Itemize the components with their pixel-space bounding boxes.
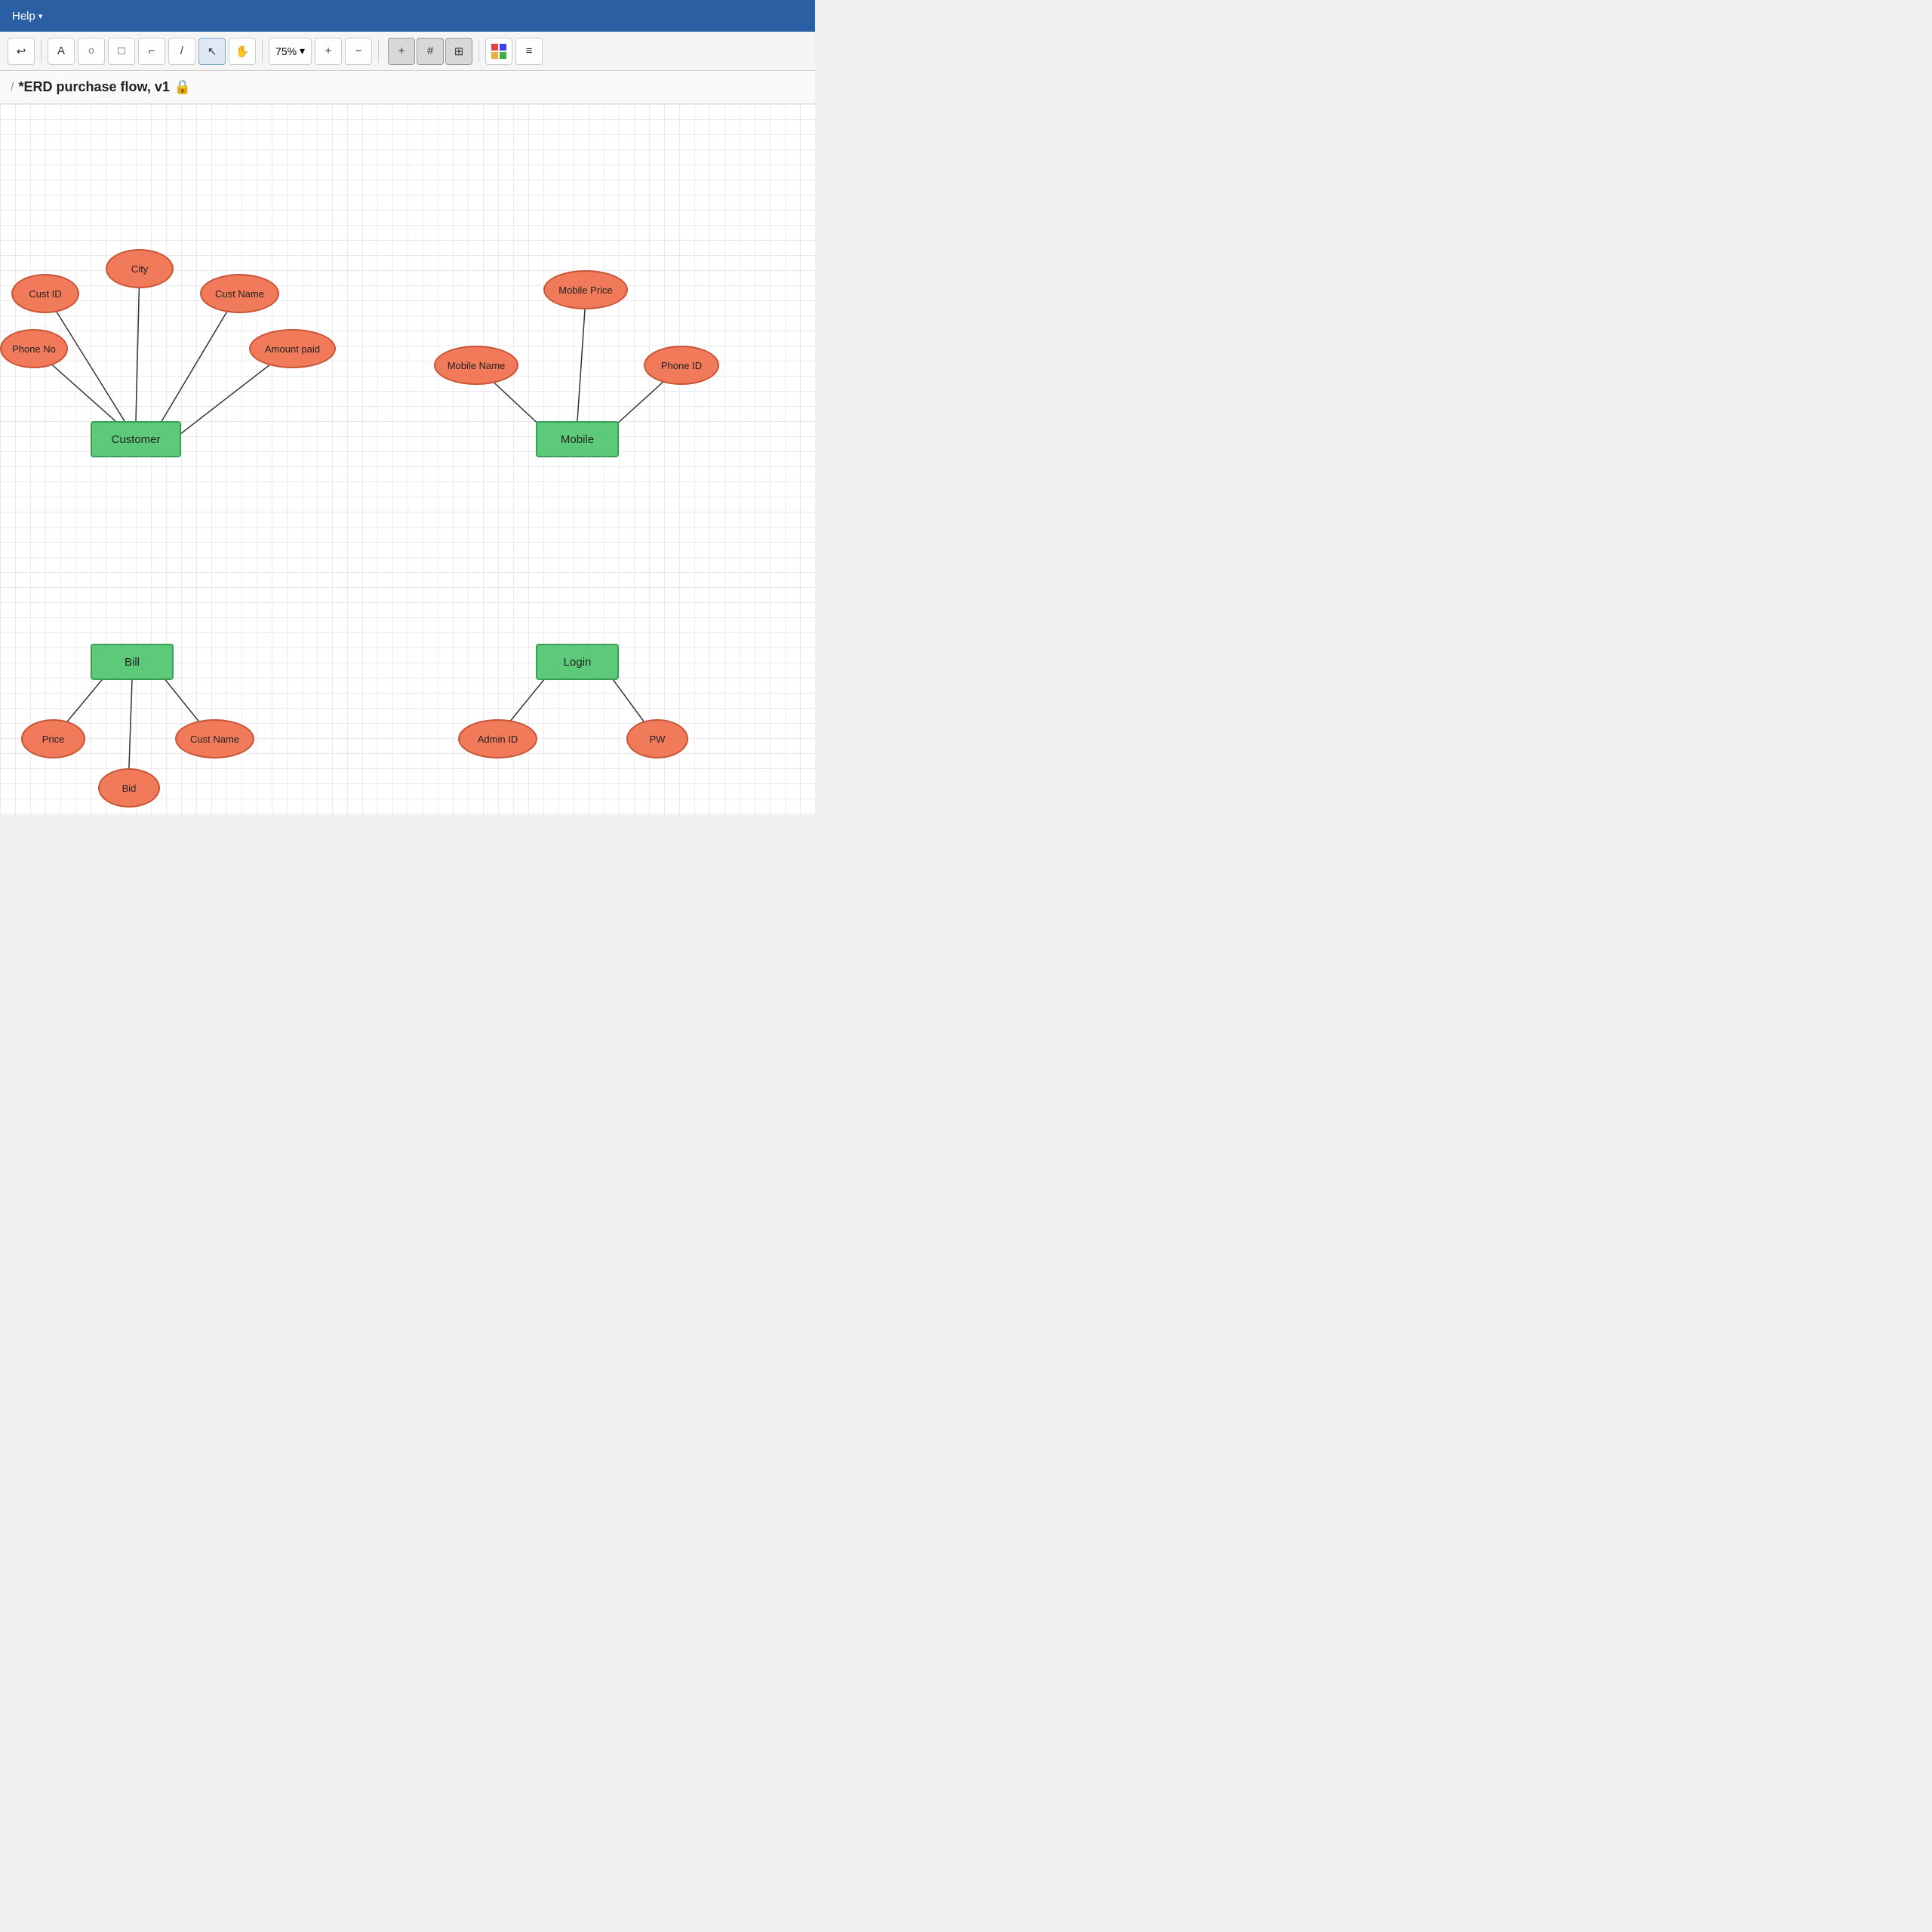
attr-city-label: City [131, 263, 148, 275]
attr-bill-cust-name-label: Cust Name [190, 734, 239, 745]
zoom-in-icon: + [325, 45, 332, 57]
attr-cust-name[interactable]: Cust Name [200, 274, 279, 313]
grid-hash-button[interactable]: # [417, 38, 444, 65]
breadcrumb-slash: / [11, 81, 14, 94]
help-label: Help [12, 10, 35, 23]
rect-tool-button[interactable]: □ [108, 38, 135, 65]
zoom-out-button[interactable]: − [345, 38, 372, 65]
attr-phone-no-label: Phone No [12, 343, 56, 355]
pointer-tool-icon: ↖ [208, 45, 217, 58]
attr-city[interactable]: City [106, 249, 174, 288]
zoom-label: 75% [275, 45, 297, 57]
grid-add-button[interactable]: + [388, 38, 415, 65]
attr-price-label: Price [42, 734, 65, 745]
help-chevron: ▾ [38, 11, 43, 21]
attr-bid-label: Bid [122, 783, 137, 794]
separator-2 [262, 40, 263, 63]
title-bar: / *ERD purchase flow, v1 🔒 [0, 71, 815, 104]
zoom-out-icon: − [355, 45, 362, 57]
diagram-canvas[interactable]: Customer Mobile Bill Login Cust ID Phone… [0, 104, 815, 815]
line-tool-button[interactable]: / [168, 38, 195, 65]
hand-tool-button[interactable]: ✋ [229, 38, 256, 65]
grid-add-icon: + [398, 45, 405, 57]
grid-hash-icon: # [427, 45, 433, 57]
zoom-control[interactable]: 75% ▾ [269, 38, 312, 65]
attr-cust-id[interactable]: Cust ID [11, 274, 79, 313]
attr-mobile-price[interactable]: Mobile Price [543, 270, 628, 309]
attr-bid[interactable]: Bid [98, 768, 160, 808]
separator-4 [478, 40, 479, 63]
undo-button[interactable]: ↩ [8, 38, 35, 65]
separator-3 [378, 40, 379, 63]
menu-bar: Help ▾ [0, 0, 815, 32]
lock-icon[interactable]: 🔒 [174, 79, 191, 95]
entity-mobile-label: Mobile [561, 433, 594, 446]
entity-mobile[interactable]: Mobile [536, 421, 619, 457]
connections-layer [0, 104, 815, 815]
rect-tool-icon: □ [118, 45, 125, 57]
line-tool-icon: / [180, 45, 183, 57]
connector-tool-button[interactable]: ⌐ [138, 38, 165, 65]
attr-cust-name-label: Cust Name [215, 288, 264, 300]
attr-price[interactable]: Price [21, 719, 85, 758]
ellipse-tool-icon: ○ [88, 45, 94, 57]
attr-amount-paid[interactable]: Amount paid [249, 329, 336, 368]
page-title: *ERD purchase flow, v1 [18, 79, 169, 95]
entity-bill-label: Bill [125, 656, 140, 669]
grid-tools: + # ⊞ [388, 38, 472, 65]
attr-mobile-name-label: Mobile Name [448, 360, 506, 371]
attr-pw[interactable]: PW [626, 719, 688, 758]
attr-admin-id-label: Admin ID [478, 734, 518, 745]
attr-mobile-price-label: Mobile Price [558, 285, 613, 296]
color-icon [491, 43, 507, 60]
connector-tool-icon: ⌐ [149, 45, 155, 57]
attr-phone-id[interactable]: Phone ID [644, 346, 719, 385]
attr-phone-no[interactable]: Phone No [0, 329, 68, 368]
attr-admin-id[interactable]: Admin ID [458, 719, 537, 758]
attr-amount-paid-label: Amount paid [265, 343, 320, 355]
ellipse-tool-button[interactable]: ○ [78, 38, 105, 65]
entity-customer-label: Customer [111, 433, 160, 446]
toolbar: ↩ A ○ □ ⌐ / ↖ ✋ 75% ▾ + − + # ⊞ [0, 32, 815, 71]
attr-mobile-name[interactable]: Mobile Name [434, 346, 518, 385]
grid-square-button[interactable]: ⊞ [445, 38, 472, 65]
attr-phone-id-label: Phone ID [661, 360, 702, 371]
layers-button[interactable]: ≡ [515, 38, 543, 65]
help-menu[interactable]: Help ▾ [12, 10, 42, 23]
separator-1 [41, 40, 42, 63]
pointer-tool-button[interactable]: ↖ [198, 38, 226, 65]
grid-square-icon: ⊞ [454, 45, 464, 58]
zoom-chevron: ▾ [300, 45, 305, 57]
entity-customer[interactable]: Customer [91, 421, 181, 457]
hand-tool-icon: ✋ [235, 45, 250, 58]
attr-bill-cust-name[interactable]: Cust Name [175, 719, 254, 758]
entity-login-label: Login [564, 656, 592, 669]
text-tool-button[interactable]: A [48, 38, 75, 65]
layers-icon: ≡ [526, 45, 533, 57]
entity-login[interactable]: Login [536, 644, 619, 680]
zoom-in-button[interactable]: + [315, 38, 342, 65]
entity-bill[interactable]: Bill [91, 644, 174, 680]
attr-cust-id-label: Cust ID [29, 288, 61, 300]
color-picker-button[interactable] [485, 38, 512, 65]
attr-pw-label: PW [650, 734, 666, 745]
text-tool-icon: A [57, 45, 65, 57]
